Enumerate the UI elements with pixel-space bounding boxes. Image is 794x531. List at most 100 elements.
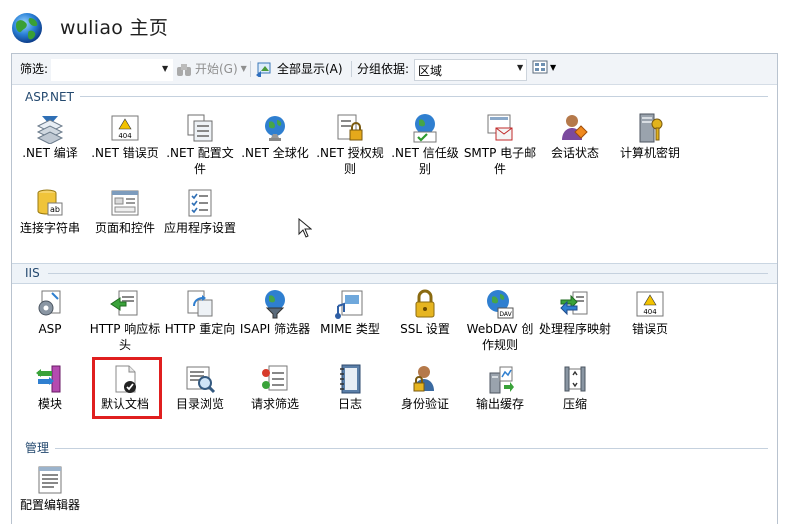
feature-modules[interactable]: 模块 (12, 360, 88, 430)
filter-input[interactable] (51, 59, 173, 81)
svg-text:404: 404 (118, 132, 132, 140)
section-header-iis: IIS (12, 263, 777, 284)
http-headers-icon (110, 290, 138, 316)
item-label: 页面和控件 (94, 221, 155, 235)
item-label: 请求筛选 (250, 397, 299, 411)
feature-http-response-headers[interactable]: HTTP 响应标头 (87, 285, 163, 355)
item-label: .NET 编译 (22, 146, 78, 160)
group-by-dropdown-icon[interactable]: ▼ (517, 63, 523, 72)
item-label: 日志 (337, 397, 362, 411)
filter-dropdown-icon[interactable]: ▼ (162, 61, 174, 77)
section-divider (80, 96, 768, 97)
handler-mappings-icon (560, 291, 588, 316)
auth-rules-lock-icon (337, 114, 363, 141)
group-by-label: 分组依据: (357, 62, 410, 76)
feature-webdav-authoring-rules[interactable]: DAV WebDAV 创作规则 (462, 285, 538, 355)
trust-level-icon (413, 114, 437, 143)
feature-mime-types[interactable]: MIME 类型 (312, 285, 388, 355)
item-label: ISAPI 筛选器 (239, 322, 311, 336)
app-settings-icon (188, 189, 212, 217)
feature-compression[interactable]: 压缩 (537, 360, 613, 430)
feature-asp[interactable]: ASP (12, 285, 88, 355)
directory-browsing-icon (186, 366, 216, 394)
show-all-icon (256, 62, 271, 77)
feature-handler-mappings[interactable]: 处理程序映射 (537, 285, 613, 355)
page-header: wuliao 主页 (0, 0, 794, 52)
item-label: 配置编辑器 (19, 498, 80, 512)
view-mode-button[interactable]: ▼ (532, 60, 556, 74)
page-title: wuliao 主页 (60, 17, 169, 39)
item-label: HTTP 重定向 (164, 322, 236, 336)
feature-app-settings[interactable]: 应用程序设置 (162, 184, 238, 254)
feature-net-compilation[interactable]: .NET 编译 (12, 109, 88, 179)
item-label: SMTP 电子邮件 (463, 146, 537, 176)
database-ab-icon: ab (37, 189, 63, 216)
section-title-aspnet: ASP.NET (25, 90, 74, 104)
session-user-icon (562, 115, 588, 140)
item-label: 目录浏览 (175, 397, 224, 411)
isapi-filter-icon (265, 290, 285, 319)
feature-request-filtering[interactable]: 请求筛选 (237, 360, 313, 430)
globe-icon (12, 13, 42, 43)
selected-feature-highlight (92, 357, 162, 419)
mime-types-icon (335, 290, 363, 319)
item-label: .NET 全球化 (241, 146, 309, 160)
machine-key-icon (639, 113, 663, 143)
feature-output-caching[interactable]: 输出缓存 (462, 360, 538, 430)
show-all-button[interactable]: 全部显示(A) (256, 60, 343, 78)
compilation-icon (36, 116, 64, 144)
feature-net-profile[interactable]: .NET 配置文件 (162, 109, 238, 179)
item-label: .NET 配置文件 (166, 146, 234, 176)
binoculars-icon (177, 64, 191, 76)
item-label: 应用程序设置 (163, 221, 236, 235)
feature-logging[interactable]: 日志 (312, 360, 388, 430)
item-label: 计算机密钥 (619, 146, 680, 160)
item-label: 输出缓存 (475, 397, 524, 411)
item-label: 错误页 (631, 322, 668, 336)
request-filtering-icon (262, 365, 288, 391)
error-page-404-icon: 404 (111, 115, 139, 141)
pages-controls-icon (111, 190, 139, 216)
feature-error-pages[interactable]: 404 错误页 (612, 285, 688, 355)
item-label: WebDAV 创作规则 (466, 322, 534, 352)
http-redirect-icon (187, 290, 213, 317)
feature-net-authorization-rules[interactable]: .NET 授权规则 (312, 109, 388, 179)
view-grid-icon (532, 60, 548, 74)
feature-pages-controls[interactable]: 页面和控件 (87, 184, 163, 254)
item-label: ASP (38, 322, 62, 336)
item-label: 连接字符串 (19, 221, 80, 235)
item-label: 会话状态 (550, 146, 599, 160)
start-dropdown-icon: ▼ (240, 64, 247, 73)
asp-gear-icon (38, 290, 61, 316)
item-label: SSL 设置 (400, 322, 450, 336)
view-dropdown-icon: ▼ (550, 62, 557, 72)
feature-net-globalization[interactable]: .NET 全球化 (237, 109, 313, 179)
feature-net-error-pages[interactable]: 404 .NET 错误页 (87, 109, 163, 179)
item-label: MIME 类型 (320, 322, 380, 336)
feature-machine-key[interactable]: 计算机密钥 (612, 109, 688, 179)
section-divider (48, 273, 768, 274)
features-panel: 筛选: ▼ 开始(G) ▼ 全部显示(A) 分组依据: 区域 ▼ ▼ ASP.N… (11, 53, 778, 524)
item-label: 模块 (37, 397, 62, 411)
section-title-iis: IIS (25, 266, 40, 280)
svg-text:404: 404 (643, 308, 657, 316)
feature-smtp-email[interactable]: SMTP 电子邮件 (462, 109, 538, 179)
item-label: .NET 授权规则 (316, 146, 384, 176)
feature-net-trust-levels[interactable]: .NET 信任级别 (387, 109, 463, 179)
feature-session-state[interactable]: 会话状态 (537, 109, 613, 179)
feature-authentication[interactable]: 身份验证 (387, 360, 463, 430)
feature-http-redirect[interactable]: HTTP 重定向 (162, 285, 238, 355)
feature-ssl-settings[interactable]: SSL 设置 (387, 285, 463, 355)
start-filter-button[interactable]: 开始(G) ▼ (176, 60, 247, 78)
webdav-icon: DAV (487, 290, 514, 319)
feature-isapi-filters[interactable]: ISAPI 筛选器 (237, 285, 313, 355)
feature-connection-strings[interactable]: ab 连接字符串 (12, 184, 88, 254)
group-by-select[interactable]: 区域 (414, 59, 527, 81)
modules-icon (36, 365, 61, 393)
filter-toolbar: 筛选: ▼ 开始(G) ▼ 全部显示(A) 分组依据: 区域 ▼ ▼ (12, 54, 777, 85)
globe-stand-icon (265, 116, 285, 141)
feature-configuration-editor[interactable]: 配置编辑器 (12, 461, 88, 531)
feature-directory-browsing[interactable]: 目录浏览 (162, 360, 238, 430)
configuration-editor-icon (38, 466, 62, 494)
authentication-user-lock-icon (413, 366, 434, 392)
